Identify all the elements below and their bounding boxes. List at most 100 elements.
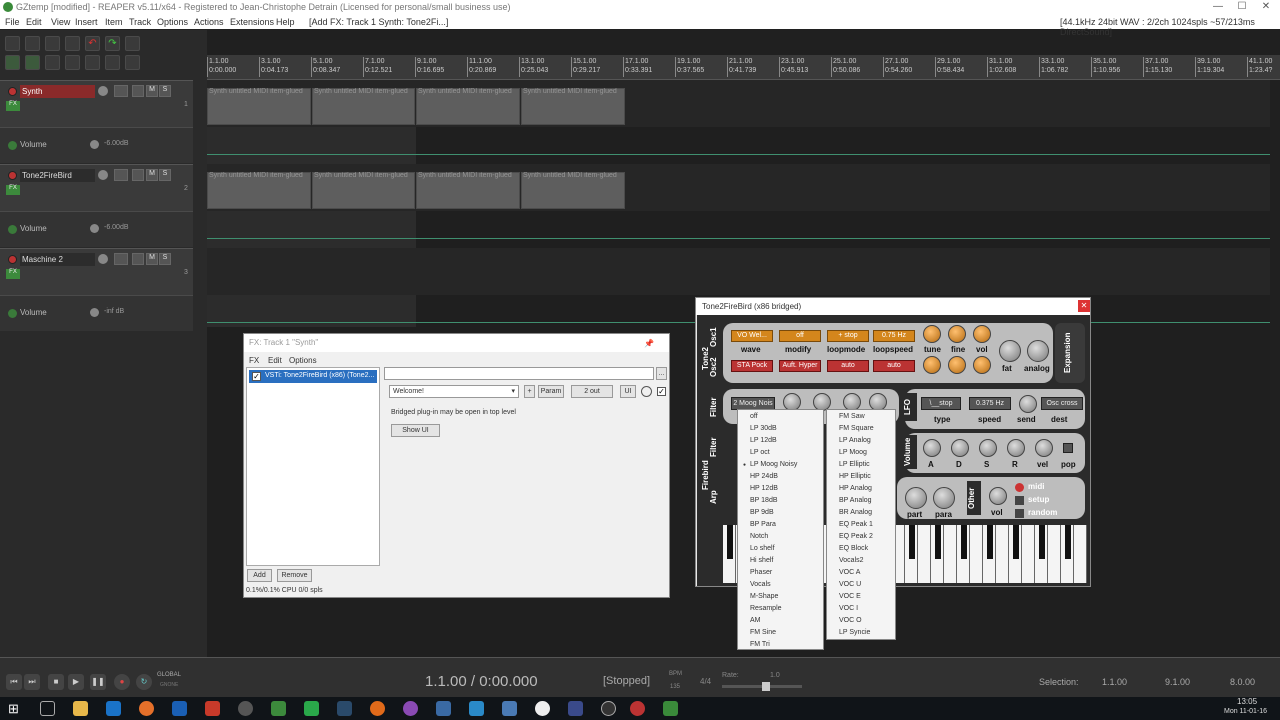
menu-insert[interactable]: Insert (75, 17, 98, 27)
filter-menu-item[interactable]: EQ Peak 2 (839, 533, 873, 540)
setup-button[interactable] (1015, 496, 1024, 505)
io-pins-button[interactable]: 2 out (571, 385, 613, 398)
filter-menu-item[interactable]: off (750, 413, 758, 420)
filter-menu-item[interactable]: LP Moog (839, 449, 867, 456)
orange-app-icon[interactable] (370, 701, 385, 716)
filter-menu-item[interactable]: M-Shape (750, 593, 778, 600)
io-button[interactable] (114, 253, 128, 265)
close-icon[interactable]: ✕ (1078, 300, 1090, 312)
sustain-knob[interactable] (979, 439, 997, 457)
clock-time[interactable]: 13:05 (1237, 697, 1257, 706)
track-lane-3[interactable] (207, 248, 1270, 295)
preset-more-button[interactable]: ... (656, 367, 667, 380)
task-view-icon[interactable] (40, 701, 55, 716)
red-app-icon[interactable] (630, 701, 645, 716)
lfo-speed-select[interactable]: 0.375 Hz (969, 397, 1011, 410)
io-button[interactable] (114, 169, 128, 181)
minimize-button[interactable]: — (1208, 1, 1228, 12)
lock-icon[interactable] (125, 55, 140, 70)
volume-tab[interactable]: Volume (903, 435, 917, 469)
ripple-icon[interactable] (25, 55, 40, 70)
phase-button[interactable] (132, 253, 144, 265)
filter-menu-item[interactable]: LP Moog Noisy (743, 461, 797, 468)
windows-start-icon[interactable]: ⊞ (8, 701, 23, 716)
filter-menu-item[interactable]: Phaser (750, 569, 772, 576)
filter-menu-item[interactable]: HP 24dB (750, 473, 778, 480)
timeline-ruler[interactable]: 1.1.00 0:00.000 3.1.00 0:04.173 5.1.00 0:0… (207, 55, 1280, 80)
fat-knob[interactable] (999, 340, 1021, 362)
ui-button[interactable]: UI (620, 385, 636, 398)
add-fx-button[interactable]: Add (247, 569, 272, 582)
part-knob[interactable] (905, 487, 927, 509)
discord-icon[interactable] (568, 701, 583, 716)
fx-menu-options[interactable]: Options (289, 356, 317, 365)
filter-menu-item[interactable]: FM Sine (750, 629, 776, 636)
remove-fx-button[interactable]: Remove (277, 569, 312, 582)
play-icon[interactable]: ▶ (68, 674, 84, 690)
osc2-wave-select[interactable]: STA Pock (731, 360, 773, 372)
filter-type-menu[interactable]: off LP 30dB LP 12dB LP oct LP Moog Noisy HP 2… (737, 409, 824, 650)
osc1-wave-select[interactable]: VO Wel... (731, 330, 773, 342)
filter-menu-item[interactable]: LP Elliptic (839, 461, 870, 468)
other-tab[interactable]: Other (967, 481, 981, 515)
steam-icon[interactable] (337, 701, 352, 716)
fx-list[interactable]: ✓ VSTi: Tone2FireBird (x86) (Tone2... (246, 367, 380, 566)
menu-track[interactable]: Track (129, 17, 151, 27)
pause-icon[interactable]: ❚❚ (90, 674, 106, 690)
osc1-modify-select[interactable]: off (779, 330, 821, 342)
time-signature[interactable]: 4/4 (700, 677, 711, 686)
filter-menu-item[interactable]: BP Para (750, 521, 776, 528)
midi-item[interactable]: Synth untitled MIDI item-glued (312, 88, 415, 125)
filter-menu-item[interactable]: Vocals2 (839, 557, 864, 564)
expansion-panel[interactable]: Expansion (1055, 323, 1085, 383)
filter-menu-item[interactable]: FM Saw (839, 413, 865, 420)
fine2-knob[interactable] (948, 356, 966, 374)
osc1-loopmode-select[interactable]: + stop (827, 330, 869, 342)
circle-app-icon[interactable] (601, 701, 616, 716)
volume-knob[interactable] (98, 254, 108, 264)
maximize-button[interactable]: ☐ (1232, 1, 1252, 12)
filter-menu-item[interactable]: FM Square (839, 425, 874, 432)
envelope-line-1[interactable] (207, 154, 1270, 155)
mp-app-icon[interactable] (172, 701, 187, 716)
add-preset-button[interactable]: + (524, 385, 535, 398)
menu-file[interactable]: File (5, 17, 20, 27)
firefox-icon[interactable] (139, 701, 154, 716)
phase-button[interactable] (132, 169, 144, 181)
filter-menu-item[interactable]: LP oct (750, 449, 770, 456)
envelope-lock-icon[interactable] (65, 55, 80, 70)
preset-select[interactable]: Welcome! ▾ (389, 385, 519, 398)
fine-knob[interactable] (948, 325, 966, 343)
outlook-icon[interactable] (106, 701, 121, 716)
tool-app-icon[interactable] (436, 701, 451, 716)
reaper-taskbar-icon[interactable] (663, 701, 678, 716)
track-1[interactable]: Synth M S FX 1 (0, 80, 193, 127)
bpm-value[interactable]: 135 (670, 684, 680, 690)
osc2-loopmode-select[interactable]: auto (827, 360, 869, 372)
para-knob[interactable] (933, 487, 955, 509)
track-3[interactable]: Maschine 2 M S FX 3 (0, 248, 193, 295)
metronome-icon[interactable] (125, 36, 140, 51)
new-project-icon[interactable] (5, 36, 20, 51)
filter-menu-item[interactable]: BP 18dB (750, 497, 778, 504)
plugin-enable-checkbox[interactable]: ✓ (252, 372, 261, 381)
envelope-bypass-button[interactable] (8, 141, 17, 150)
wet-knob[interactable] (641, 386, 652, 397)
filter-tab[interactable]: Filter (709, 393, 723, 421)
fx-button[interactable]: FX (6, 185, 20, 195)
mute-button[interactable]: M (146, 253, 158, 265)
record-arm-button[interactable] (8, 255, 17, 264)
other-vol-knob[interactable] (989, 487, 1007, 505)
global-automation-label[interactable]: GLOBAL (157, 672, 181, 678)
bypass-checkbox[interactable]: ✓ (657, 387, 666, 396)
green-app-icon[interactable] (304, 701, 319, 716)
track-name[interactable]: Tone2FireBird (20, 169, 95, 182)
filter-menu-item[interactable]: VOC O (839, 617, 862, 624)
filter-type-menu-2[interactable]: FM Saw FM Square LP Analog LP Moog LP Ellipt… (826, 409, 896, 640)
show-ui-button[interactable]: Show UI (391, 424, 440, 437)
filter-menu-item[interactable]: VOC E (839, 593, 861, 600)
envelope-knob[interactable] (90, 224, 99, 233)
midi-item[interactable]: Synth untitled MIDI item-glued (521, 88, 625, 125)
record-icon[interactable]: ● (114, 674, 130, 690)
analog-knob[interactable] (1027, 340, 1049, 362)
